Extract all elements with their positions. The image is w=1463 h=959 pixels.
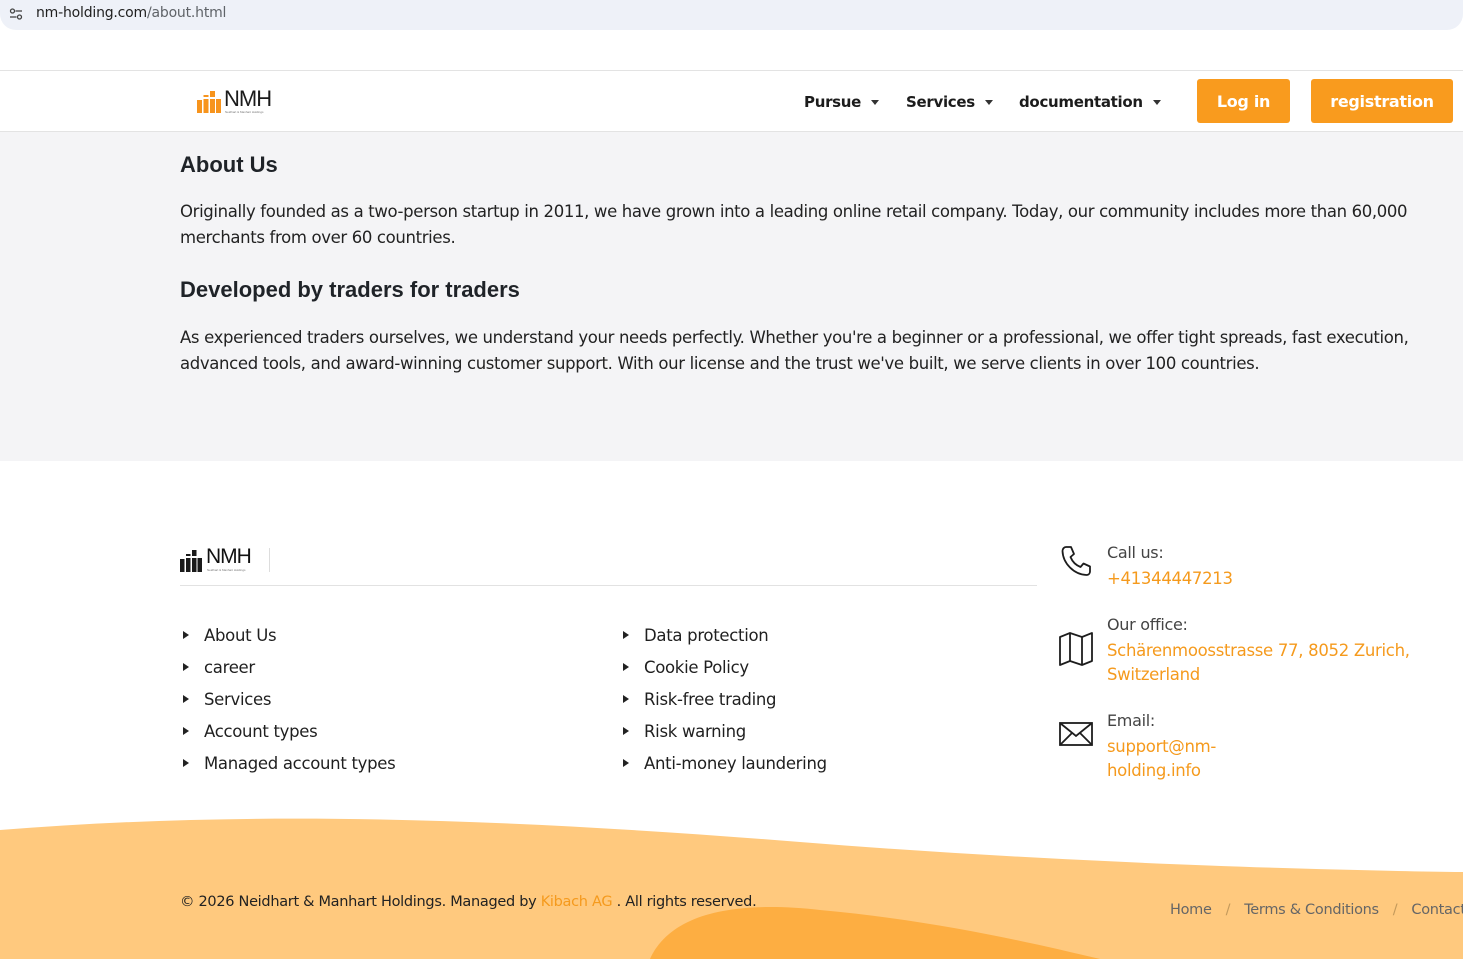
browser-url-bar[interactable]: nm-holding.com/about.html [0,0,1463,30]
footer-links-col-2: Data protection Cookie Policy Risk-free … [620,619,827,779]
bottom-nav: Home / Terms & Conditions / Contacts [1170,902,1463,918]
footer-link-label: Managed account types [204,753,396,773]
footer-link-data-protection[interactable]: Data protection [620,619,827,651]
footer-link-services[interactable]: Services [180,683,395,715]
caret-down-icon [1152,99,1161,105]
bottom-nav-terms[interactable]: Terms & Conditions [1244,902,1379,918]
triangle-right-icon [623,663,629,671]
office-label: Our office: [1107,615,1188,634]
footer-link-about-us[interactable]: About Us [180,619,395,651]
logo-bars-icon [197,91,221,113]
footer-wave-decoration [0,818,1463,959]
triangle-right-icon [183,631,189,639]
footer-link-anti-money-laundering[interactable]: Anti-money laundering [620,747,827,779]
footer-link-career[interactable]: career [180,651,395,683]
nav-services-label: Services [906,93,975,111]
about-paragraph-1: Originally founded as a two-person start… [180,202,1408,247]
footer-divider [180,585,1037,586]
footer-link-label: Cookie Policy [644,657,749,677]
email-label: Email: [1107,711,1155,730]
footer-link-label: Data protection [644,625,769,645]
about-section: About Us Originally founded as a two-per… [0,132,1463,461]
footer-link-label: Risk warning [644,721,746,741]
about-title: About Us [180,152,278,177]
triangle-right-icon [623,759,629,767]
caret-down-icon [871,99,880,105]
url-path: /about.html [146,5,227,21]
logo-wordmark: NMH [224,86,272,111]
email-link[interactable]: support@nm-holding.info [1107,735,1216,783]
footer-link-account-types[interactable]: Account types [180,715,395,747]
footer-link-cookie-policy[interactable]: Cookie Policy [620,651,827,683]
login-button[interactable]: Log in [1197,79,1290,123]
registration-button[interactable]: registration [1311,79,1453,123]
footer-link-label: Account types [204,721,318,741]
footer-logo-tagline: Neidhart & Manhart Holdings [207,568,246,572]
site-header: NMH Neidhart & Manhart Holdings Pursue S… [0,70,1463,132]
triangle-right-icon [183,759,189,767]
copyright-suffix: . All rights reserved. [616,894,757,910]
copyright-text: © 2026 Neidhart & Manhart Holdings. Mana… [180,894,757,910]
nav-pursue-label: Pursue [804,93,862,111]
footer-link-label: About Us [204,625,277,645]
about-paragraph-2: As experienced traders ourselves, we und… [180,328,1409,373]
site-logo[interactable]: NMH Neidhart & Manhart Holdings [197,86,277,115]
phone-link[interactable]: +41344447213 [1107,567,1233,591]
triangle-right-icon [623,695,629,703]
bottom-nav-separator: / [1225,902,1231,918]
nav-documentation-label: documentation [1019,93,1143,111]
footer-logo-bars-icon [180,550,202,572]
copyright-prefix: © 2026 Neidhart & Manhart Holdings. Mana… [180,894,537,910]
triangle-right-icon [183,727,189,735]
footer-link-label: Risk-free trading [644,689,777,709]
url-text[interactable]: nm-holding.com/about.html [36,5,226,21]
footer-logo-divider [269,548,270,572]
footer-links-col-1: About Us career Services Account types M… [180,619,396,779]
envelope-icon [1059,722,1093,746]
office-address-link[interactable]: Schärenmoosstrasse 77, 8052 Zurich, Swit… [1107,639,1417,687]
nav-pursue[interactable]: Pursue [804,93,880,111]
site-settings-icon[interactable] [9,7,23,21]
bottom-nav-separator: / [1392,902,1398,918]
triangle-right-icon [183,695,189,703]
url-host: nm-holding.com [36,5,147,21]
footer-link-risk-free-trading[interactable]: Risk-free trading [620,683,827,715]
footer-link-label: Services [204,689,272,709]
kibach-link[interactable]: Kibach AG [541,894,613,910]
map-icon [1059,632,1093,666]
phone-label: Call us: [1107,543,1164,562]
triangle-right-icon [623,631,629,639]
footer-logo-wordmark: NMH [206,545,252,568]
footer-link-risk-warning[interactable]: Risk warning [620,715,827,747]
footer-link-label: Anti-money laundering [644,753,827,773]
footer-link-managed-account-types[interactable]: Managed account types [180,747,396,779]
triangle-right-icon [623,727,629,735]
caret-down-icon [984,99,993,105]
logo-tagline: Neidhart & Manhart Holdings [225,110,264,114]
nav-services[interactable]: Services [906,93,993,111]
footer-link-label: career [204,657,255,677]
about-subtitle: Developed by traders for traders [180,277,520,302]
phone-icon [1061,546,1091,576]
footer-logo[interactable]: NMH Neidhart & Manhart Holdings [180,545,270,574]
nav-documentation[interactable]: documentation [1019,93,1161,111]
bottom-nav-home[interactable]: Home [1170,902,1212,918]
triangle-right-icon [183,663,189,671]
bottom-nav-contacts[interactable]: Contacts [1411,902,1463,918]
